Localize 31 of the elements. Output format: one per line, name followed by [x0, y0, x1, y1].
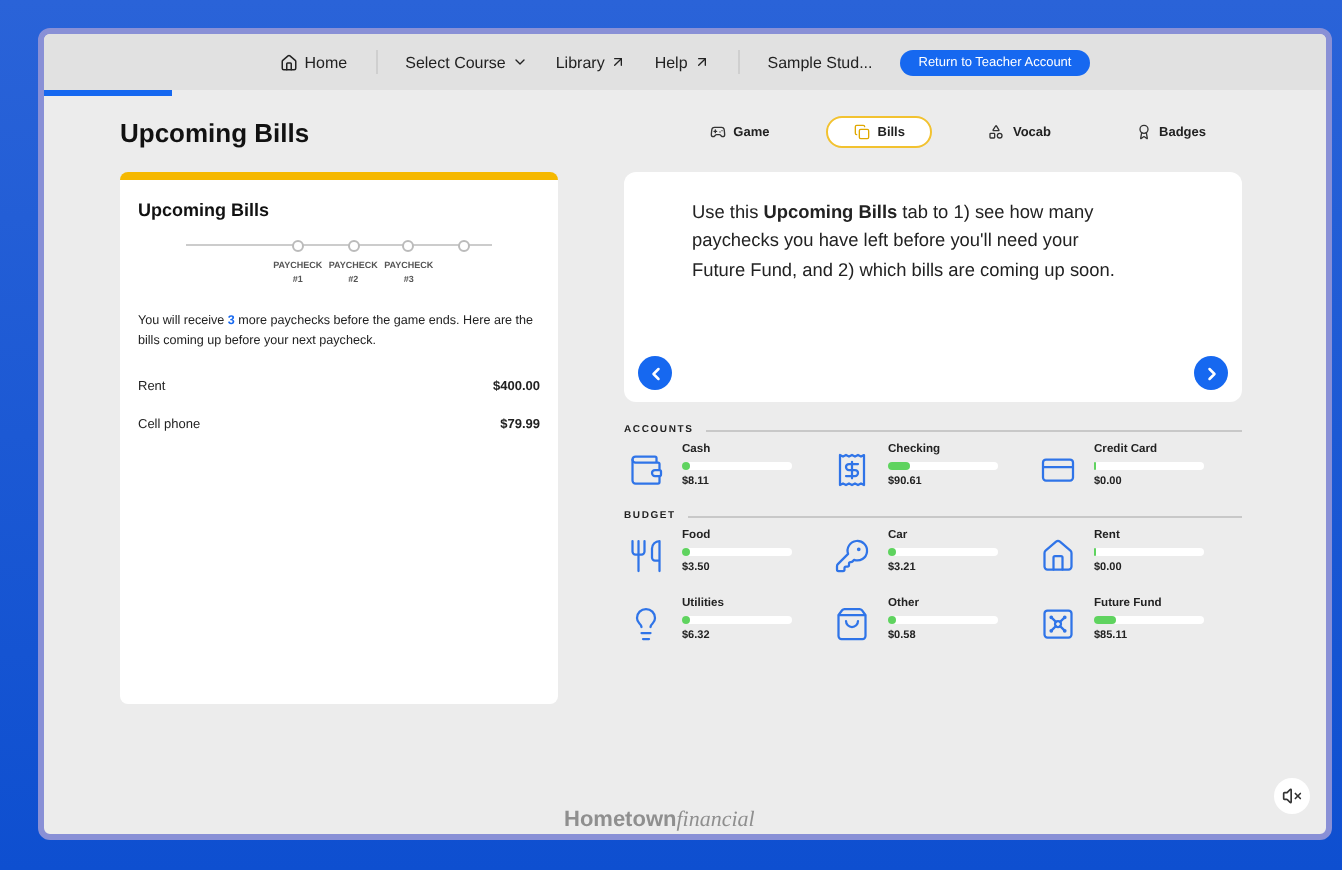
wallet-icon — [628, 452, 664, 488]
timeline-dot — [402, 240, 415, 252]
timeline-dot — [458, 240, 471, 252]
gamepad-icon — [709, 124, 726, 140]
nav-link[interactable]: Select Course — [405, 53, 528, 71]
check-icon — [834, 452, 870, 488]
card-title: Upcoming Bills — [138, 200, 272, 220]
caret-icon — [511, 54, 528, 70]
bag-icon — [834, 606, 870, 642]
nav-link[interactable]: Help — [654, 53, 710, 71]
badge-icon — [1135, 124, 1152, 140]
credit-card-icon — [1040, 452, 1076, 488]
external-link-icon — [610, 54, 627, 70]
safe-icon — [1040, 606, 1076, 642]
timeline-dot — [291, 240, 304, 252]
home-icon — [280, 53, 299, 71]
user-name: Sample Stud... — [767, 53, 873, 71]
nav-link[interactable]: Library — [555, 53, 627, 71]
key-icon — [834, 538, 870, 574]
external-link-icon — [693, 54, 710, 70]
fork-knife-icon — [628, 538, 664, 574]
house-icon — [1040, 538, 1076, 574]
next-button[interactable] — [1194, 356, 1228, 390]
footer-logo: Hometownfinancial — [564, 808, 755, 832]
previous-button[interactable] — [638, 356, 672, 390]
info-text: Use this Upcoming Bills tab to 1) see how many paychecks you have left before you'll need your Future Fund, and 2) which bills are coming up soon. — [692, 200, 1117, 284]
timeline-dot — [347, 240, 360, 252]
sound-button[interactable] — [1274, 778, 1310, 814]
nav-link[interactable]: Home — [280, 53, 348, 71]
page-title: Upcoming Bills — [120, 117, 310, 147]
mute-icon — [1282, 786, 1302, 806]
